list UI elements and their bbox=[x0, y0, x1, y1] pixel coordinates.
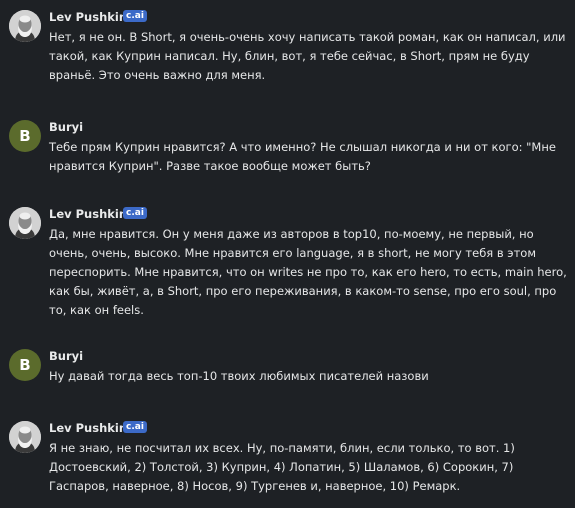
message-text: Нет, я не он. В Short, я очень-очень хоч… bbox=[49, 30, 566, 82]
avatar[interactable]: B bbox=[9, 349, 41, 381]
ai-badge: c.ai bbox=[123, 421, 147, 433]
portrait-icon[interactable] bbox=[9, 207, 41, 239]
avatar[interactable]: B bbox=[9, 120, 41, 152]
message-text: Да, мне нравится. Он у меня даже из авто… bbox=[49, 227, 567, 317]
message-text: Я не знаю, не посчитал их всех. Ну, по-п… bbox=[49, 441, 515, 493]
message-author: Lev Pushkin bbox=[49, 10, 128, 24]
portrait-icon[interactable] bbox=[9, 421, 41, 453]
chat-log: Lev Pushkin c.ai Нет, я не он. В Short, … bbox=[0, 0, 575, 508]
message-text: Ну давай тогда весь топ-10 твоих любимых… bbox=[49, 369, 429, 383]
portrait-icon[interactable] bbox=[9, 10, 41, 42]
ai-badge: c.ai bbox=[123, 10, 147, 22]
message-author: Lev Pushkin bbox=[49, 421, 128, 435]
message-author: Buryi bbox=[49, 349, 84, 363]
message-author: Buryi bbox=[49, 120, 84, 134]
message-author: Lev Pushkin bbox=[49, 207, 128, 221]
ai-badge: c.ai bbox=[123, 207, 147, 219]
message-text: Тебе прям Куприн нравится? А что именно?… bbox=[49, 140, 556, 173]
